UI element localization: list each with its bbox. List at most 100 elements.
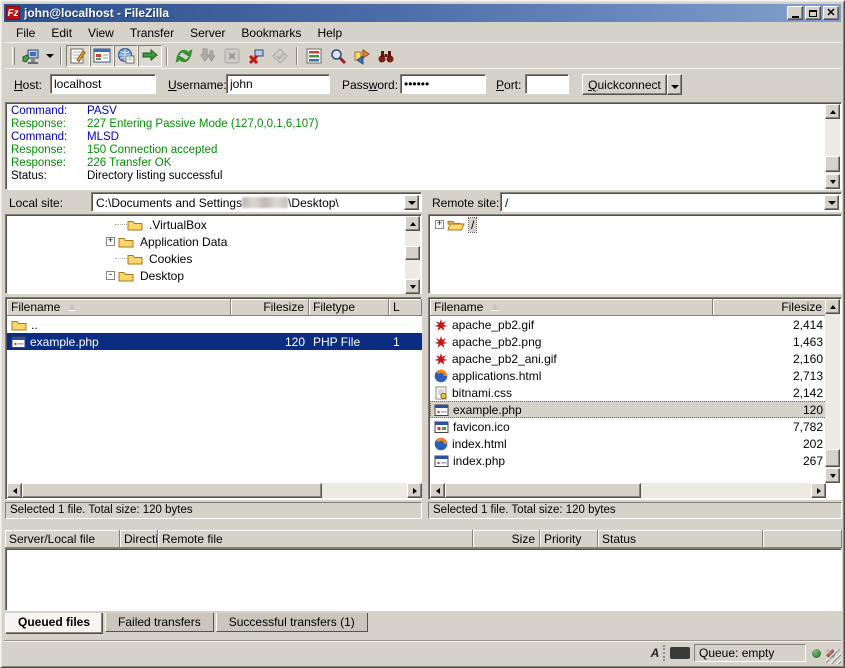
scroll-left-button[interactable]: [7, 483, 22, 498]
tree-item-cookies[interactable]: Cookies: [7, 250, 420, 267]
column-header-filename[interactable]: Filename: [7, 299, 231, 316]
local-list-hscrollbar[interactable]: [7, 483, 422, 498]
column-header-filename[interactable]: Filename: [430, 299, 713, 316]
scroll-down-button[interactable]: [405, 279, 420, 294]
process-queue-icon: [199, 47, 217, 65]
directory-comparison-button[interactable]: [350, 45, 374, 67]
site-manager-dropdown-button[interactable]: [43, 45, 56, 67]
file-row[interactable]: bitnami.css 2,142: [430, 384, 827, 401]
expand-icon[interactable]: +: [435, 220, 444, 229]
file-row[interactable]: apache_pb2.gif 2,414: [430, 316, 827, 333]
filelist-filter-button[interactable]: [302, 45, 326, 67]
scroll-left-button[interactable]: [430, 483, 445, 498]
menu-bookmarks[interactable]: Bookmarks: [233, 24, 309, 42]
site-manager-button[interactable]: [19, 45, 43, 67]
local-file-list: Filename Filesize Filetype L .. example.…: [5, 297, 422, 500]
menu-file[interactable]: File: [8, 24, 43, 42]
scroll-right-button[interactable]: [407, 483, 422, 498]
scrollbar-thumb[interactable]: [825, 449, 840, 467]
scroll-up-button[interactable]: [405, 216, 420, 231]
file-row-example-php[interactable]: example.php 120 PHP File 1: [7, 333, 422, 350]
column-header-direction[interactable]: Directi...: [120, 530, 158, 548]
menu-server[interactable]: Server: [182, 24, 233, 42]
toggle-local-tree-button[interactable]: [90, 45, 114, 67]
tree-item-desktop[interactable]: - Desktop: [7, 267, 420, 284]
column-header-filesize[interactable]: Filesize: [231, 299, 309, 316]
local-tree-icon: [93, 47, 111, 65]
scroll-down-button[interactable]: [825, 174, 840, 189]
column-header-size[interactable]: Size: [473, 530, 540, 548]
file-search-button[interactable]: [326, 45, 350, 67]
scroll-down-button[interactable]: [825, 468, 840, 483]
reconnect-icon: [271, 47, 289, 65]
column-header-status[interactable]: Status: [598, 530, 763, 548]
file-row[interactable]: apache_pb2.png 1,463: [430, 333, 827, 350]
scrollbar-thumb[interactable]: [22, 483, 322, 498]
column-header-filetype[interactable]: Filetype: [309, 299, 389, 316]
file-row[interactable]: applications.html 2,713: [430, 367, 827, 384]
toggle-transfer-queue-button[interactable]: [138, 45, 162, 67]
remote-selection-status: Selected 1 file. Total size: 120 bytes: [428, 502, 842, 519]
menu-transfer[interactable]: Transfer: [122, 24, 182, 42]
column-header-filesize[interactable]: Filesize: [713, 299, 827, 316]
toggle-remote-tree-button[interactable]: [114, 45, 138, 67]
column-header-priority[interactable]: Priority: [540, 530, 598, 548]
file-row-parent-dir[interactable]: ..: [7, 316, 422, 333]
quickconnect-button[interactable]: Quickconnect: [582, 74, 667, 95]
column-header-lastmodified[interactable]: L: [389, 299, 422, 316]
remote-site-combobox[interactable]: /: [500, 192, 842, 212]
tree-item-virtualbox[interactable]: .VirtualBox: [7, 216, 420, 233]
file-row[interactable]: favicon.ico 7,782: [430, 418, 827, 435]
quickconnect-dropdown-button[interactable]: [667, 74, 682, 95]
username-input[interactable]: [226, 74, 330, 94]
local-tree-scrollbar[interactable]: [405, 216, 420, 294]
remote-list-hscrollbar[interactable]: [430, 483, 826, 498]
scrollbar-thumb[interactable]: [405, 246, 420, 260]
file-row[interactable]: index.html 202: [430, 435, 827, 452]
menu-edit[interactable]: Edit: [43, 24, 80, 42]
scroll-up-button[interactable]: [825, 299, 840, 314]
reconnect-button[interactable]: [268, 45, 292, 67]
host-input[interactable]: [50, 74, 156, 94]
scroll-right-button[interactable]: [811, 483, 826, 498]
find-files-button[interactable]: [374, 45, 398, 67]
scroll-up-button[interactable]: [825, 104, 840, 119]
open-folder-icon: [447, 218, 465, 231]
process-queue-button[interactable]: [196, 45, 220, 67]
resize-grip[interactable]: [826, 649, 841, 664]
scrollbar-thumb[interactable]: [825, 156, 840, 172]
cancel-operation-button[interactable]: [220, 45, 244, 67]
toggle-message-log-button[interactable]: [66, 45, 90, 67]
close-button[interactable]: ✕: [823, 6, 839, 20]
local-site-combobox[interactable]: C:\Documents and Settings\Desktop\: [91, 192, 422, 212]
combo-dropdown-button[interactable]: [824, 195, 839, 210]
file-row-selected[interactable]: example.php 120: [430, 401, 827, 418]
password-input[interactable]: [400, 74, 486, 94]
menu-bar: File Edit View Transfer Server Bookmarks…: [4, 23, 841, 42]
disconnect-button[interactable]: [244, 45, 268, 67]
column-header-remote-file[interactable]: Remote file: [158, 530, 473, 548]
menu-help[interactable]: Help: [309, 24, 350, 42]
minimize-icon: [792, 16, 799, 18]
combo-dropdown-button[interactable]: [404, 195, 419, 210]
tab-failed-transfers[interactable]: Failed transfers: [105, 613, 214, 632]
maximize-button[interactable]: [805, 6, 821, 20]
tree-item-application-data[interactable]: + Application Data: [7, 233, 420, 250]
refresh-button[interactable]: [172, 45, 196, 67]
cancel-icon: [223, 47, 241, 65]
tree-item-root[interactable]: + /: [430, 216, 840, 233]
column-header-server-local-file[interactable]: Server/Local file: [5, 530, 120, 548]
port-input[interactable]: [525, 74, 569, 94]
collapse-icon[interactable]: -: [106, 271, 115, 280]
tab-queued-files[interactable]: Queued files: [5, 613, 103, 634]
log-scrollbar[interactable]: [825, 104, 840, 189]
minimize-button[interactable]: [787, 6, 803, 20]
menu-view[interactable]: View: [80, 24, 122, 42]
remote-list-vscrollbar[interactable]: [825, 299, 840, 483]
scrollbar-thumb[interactable]: [445, 483, 641, 498]
expand-icon[interactable]: +: [106, 237, 115, 246]
file-row[interactable]: index.php 267: [430, 452, 827, 469]
file-row[interactable]: apache_pb2_ani.gif 2,160: [430, 350, 827, 367]
apache-feather-icon: [434, 352, 448, 366]
tab-successful-transfers[interactable]: Successful transfers (1): [216, 613, 368, 632]
